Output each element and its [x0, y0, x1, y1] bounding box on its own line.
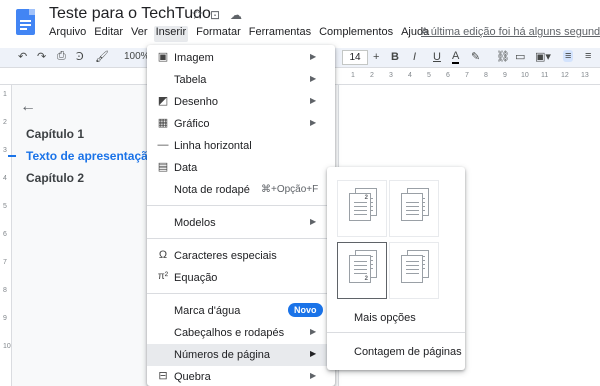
mais-opcoes-item[interactable]: Mais opções [327, 306, 465, 330]
menu-item-data[interactable]: ▤ Data [147, 157, 335, 179]
insert-image-icon[interactable]: ▣▾ [535, 50, 551, 63]
menu-item-marca-dagua[interactable]: Marca d'água Novo [147, 300, 335, 322]
page-number-option-footer-all[interactable]: 2 [337, 242, 387, 299]
break-icon: ⊟ [158, 370, 168, 382]
bold-button[interactable]: B [391, 51, 399, 63]
undo-icon[interactable]: ↶ [18, 50, 27, 63]
docs-logo-icon[interactable] [16, 9, 35, 35]
shortcut-text: ⌘+Opção+F [261, 184, 319, 195]
menu-item-desenho[interactable]: ◩ Desenho ▶ [147, 91, 335, 113]
menu-divider [147, 293, 335, 294]
date-icon: ▤ [157, 161, 169, 173]
submenu-arrow-icon: ▶ [310, 371, 317, 380]
star-icon[interactable]: ☆ [191, 6, 204, 23]
vertical-ruler[interactable]: 1 2 3 4 5 6 7 8 9 10 [0, 85, 12, 386]
submenu-divider [327, 332, 465, 333]
contagem-de-paginas-item[interactable]: Contagem de páginas [327, 340, 465, 364]
menu-item-modelos[interactable]: Modelos ▶ [147, 212, 335, 234]
menu-item-linha-horizontal[interactable]: — Linha horizontal [147, 135, 335, 157]
outline-item-texto-apresentacao[interactable]: Texto de apresentação. [26, 149, 159, 163]
outline-selected-marker [8, 155, 16, 157]
menu-ver[interactable]: Ver [131, 26, 148, 42]
highlight-icon[interactable]: ✎ [471, 50, 480, 63]
submenu-arrow-icon: ▶ [310, 327, 317, 336]
menu-ferramentas[interactable]: Ferramentas [249, 26, 311, 42]
comment-icon[interactable]: ▭ [515, 50, 525, 63]
menu-divider [147, 238, 335, 239]
align-left-icon[interactable]: ≡ [563, 50, 574, 62]
font-size-input[interactable]: 14 [342, 50, 368, 65]
move-folder-icon[interactable]: ⊡ [210, 8, 220, 22]
chart-icon: ▦ [157, 117, 169, 129]
menu-item-caracteres-especiais[interactable]: Ω Caracteres especiais [147, 245, 335, 267]
zoom-select[interactable]: 100% [124, 51, 150, 62]
page-numbers-submenu: 2 2 Mais opções Contagem de páginas [327, 167, 465, 370]
menu-bar: Arquivo Editar Ver Inserir Formatar Ferr… [49, 26, 437, 42]
page-number-option-header-skip-first[interactable] [389, 180, 439, 237]
horizontal-line-icon: — [157, 139, 169, 151]
outline-item-capitulo-1[interactable]: Capítulo 1 [26, 127, 84, 141]
link-icon[interactable]: ⛓ [496, 50, 510, 63]
text-color-button[interactable]: A [452, 51, 460, 64]
submenu-arrow-icon: ▶ [310, 118, 317, 127]
omega-icon: Ω [158, 249, 168, 261]
document-title[interactable]: Teste para o TechTudo [49, 5, 211, 23]
menu-item-tabela[interactable]: Tabela ▶ [147, 69, 335, 91]
image-icon: ▣ [157, 51, 169, 63]
submenu-arrow-icon: ▶ [310, 349, 317, 358]
submenu-arrow-icon: ▶ [310, 74, 317, 83]
menu-item-cabecalhos-e-rodapes[interactable]: Cabeçalhos e rodapés ▶ [147, 322, 335, 344]
menu-item-numeros-de-pagina[interactable]: Números de página ▶ [147, 344, 335, 366]
spellcheck-icon[interactable]: Ꜿ [76, 50, 84, 63]
cloud-status-icon[interactable]: ☁ [230, 8, 242, 22]
underline-button[interactable]: U [433, 51, 441, 63]
italic-button[interactable]: I [413, 51, 416, 63]
pi-icon: π² [157, 271, 169, 282]
page-number-option-header-all[interactable]: 2 [337, 180, 387, 237]
print-icon[interactable]: ⎙ [57, 50, 66, 63]
menu-item-nota-de-rodape[interactable]: Nota de rodapé ⌘+Opção+F [147, 179, 335, 201]
drawing-icon: ◩ [157, 95, 169, 107]
submenu-arrow-icon: ▶ [310, 217, 317, 226]
menu-formatar[interactable]: Formatar [196, 26, 241, 42]
menu-item-imagem[interactable]: ▣ Imagem ▶ [147, 47, 335, 69]
outline-item-capitulo-2[interactable]: Capítulo 2 [26, 171, 84, 185]
menu-item-quebra[interactable]: ⊟ Quebra ▶ [147, 366, 335, 386]
submenu-arrow-icon: ▶ [310, 96, 317, 105]
font-size-increase-icon[interactable]: + [373, 51, 379, 63]
menu-inserir[interactable]: Inserir [153, 26, 189, 42]
menu-complementos[interactable]: Complementos [319, 26, 393, 42]
paint-format-icon[interactable]: 🖌 [95, 50, 109, 63]
submenu-arrow-icon: ▶ [310, 52, 317, 61]
menu-arquivo[interactable]: Arquivo [49, 26, 86, 42]
close-outline-arrow-icon[interactable]: ← [20, 98, 36, 116]
align-center-icon[interactable]: ≡ [585, 50, 591, 62]
page-number-option-footer-skip-first[interactable] [389, 242, 439, 299]
menu-item-grafico[interactable]: ▦ Gráfico ▶ [147, 113, 335, 135]
insert-menu: ▣ Imagem ▶ Tabela ▶ ◩ Desenho ▶ ▦ Gráfic… [147, 45, 335, 386]
menu-editar[interactable]: Editar [94, 26, 123, 42]
menu-item-equacao[interactable]: π² Equação [147, 267, 335, 289]
menu-divider [147, 205, 335, 206]
new-badge: Novo [288, 303, 323, 317]
title-bar: Teste para o TechTudo ☆ ⊡ ☁ Arquivo Edit… [0, 0, 600, 48]
redo-icon[interactable]: ↷ [37, 50, 46, 63]
last-edit-link[interactable]: A última edição foi há alguns segundos [421, 26, 600, 38]
